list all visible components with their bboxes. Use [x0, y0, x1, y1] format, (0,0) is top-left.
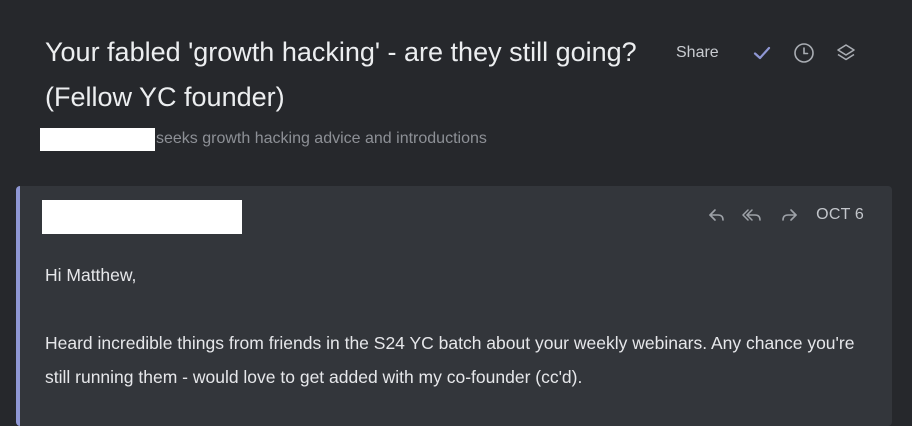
redacted-sender — [42, 200, 242, 234]
message-greeting: Hi Matthew, — [45, 265, 137, 285]
reply-all-icon[interactable] — [742, 204, 764, 226]
message-date: OCT 6 — [816, 206, 864, 223]
reply-icon[interactable] — [706, 204, 728, 226]
message-actions: OCT 6 — [692, 204, 864, 226]
layers-icon[interactable] — [835, 42, 857, 64]
summary-text: seeks growth hacking advice and introduc… — [156, 130, 487, 147]
message-paragraph: Heard incredible things from friends in … — [45, 333, 855, 387]
email-message[interactable]: OCT 6 Hi Matthew, Heard incredible thing… — [16, 186, 892, 426]
thread-subject: Your fabled 'growth hacking' - are they … — [45, 37, 637, 112]
thread-header: Your fabled 'growth hacking' - are they … — [0, 0, 912, 186]
thread-toolbar: Share — [676, 38, 857, 68]
forward-icon[interactable] — [778, 204, 800, 226]
message-body: Hi Matthew, Heard incredible things from… — [45, 258, 875, 394]
check-icon[interactable] — [751, 42, 773, 64]
redacted-name — [40, 127, 155, 151]
clock-icon[interactable] — [793, 42, 815, 64]
share-button[interactable]: Share — [676, 44, 719, 62]
thread-summary: seeks growth hacking advice and introduc… — [40, 127, 487, 151]
